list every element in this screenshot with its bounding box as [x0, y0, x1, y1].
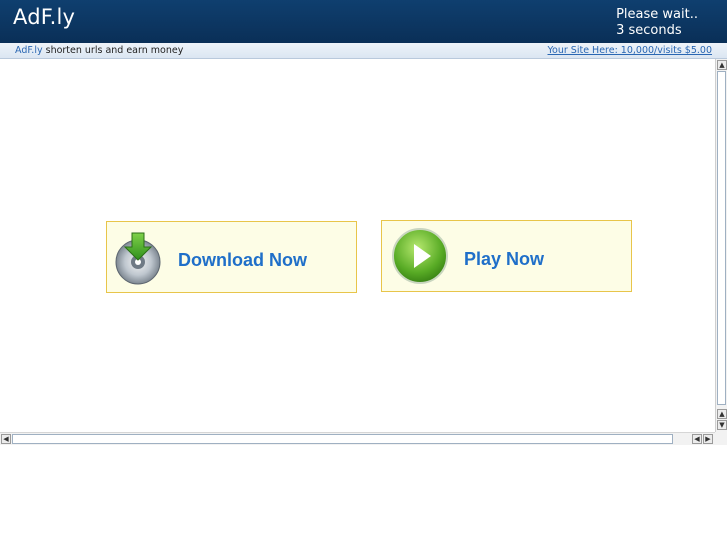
play-circle-icon: [392, 228, 448, 284]
tagline-text: shorten urls and earn money: [42, 45, 184, 56]
countdown-status: Please wait.. 3 seconds: [616, 7, 698, 39]
download-now-ad[interactable]: Download Now: [106, 221, 357, 293]
sub-header-bar: AdF.ly shorten urls and earn money Your …: [0, 43, 727, 59]
vertical-scrollbar[interactable]: ▲ ▲ ▼: [715, 59, 727, 432]
scroll-left-button-right[interactable]: ◀: [692, 434, 702, 444]
adfly-logo[interactable]: AdF.ly: [13, 5, 75, 29]
play-now-label: Play Now: [464, 249, 545, 269]
scroll-down-button[interactable]: ▼: [717, 420, 727, 430]
scroll-left-button[interactable]: ◀: [1, 434, 11, 444]
play-now-ad[interactable]: Play Now: [381, 220, 632, 292]
scroll-up-button[interactable]: ▲: [717, 60, 727, 70]
scroll-up-button-lower[interactable]: ▲: [717, 409, 727, 419]
seconds-remaining-text: 3 seconds: [616, 23, 682, 38]
top-header: AdF.ly Please wait.. 3 seconds: [0, 0, 727, 43]
vertical-scroll-thumb[interactable]: [717, 71, 726, 405]
horizontal-scroll-thumb[interactable]: [12, 434, 673, 444]
cd-download-icon: [115, 232, 161, 285]
advertise-link[interactable]: Your Site Here: 10,000/visits $5.00: [548, 43, 713, 58]
download-now-label: Download Now: [178, 250, 307, 270]
adfly-link[interactable]: AdF.ly: [15, 45, 43, 56]
please-wait-text: Please wait..: [616, 7, 698, 22]
horizontal-scrollbar[interactable]: ◀ ◀ ▶: [0, 432, 715, 445]
tagline: AdF.ly shorten urls and earn money: [15, 43, 183, 58]
scrollbar-corner: [715, 432, 727, 445]
scroll-right-button[interactable]: ▶: [703, 434, 713, 444]
